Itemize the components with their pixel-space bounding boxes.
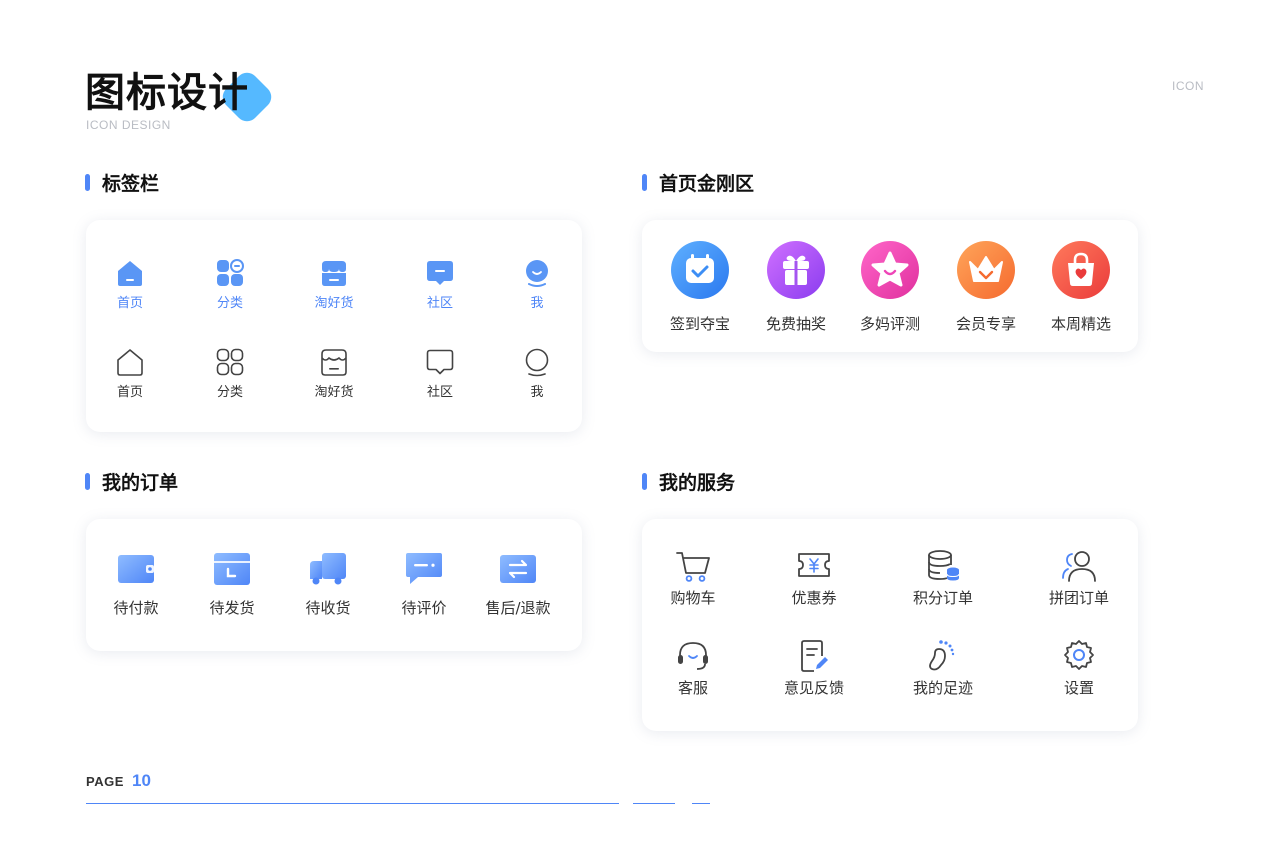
crown-icon <box>957 241 1015 299</box>
tab-bar-card: 首页 分类 淘好货 社区 我 首页 分类 淘好货 社区 我 <box>86 220 582 432</box>
tab-category-active[interactable]: 分类 <box>180 258 280 311</box>
cart-icon <box>676 552 710 582</box>
comment-icon <box>406 553 442 584</box>
section-title-text: 我的服务 <box>659 472 736 494</box>
tab-store-active[interactable]: 淘好货 <box>284 258 384 311</box>
wallet-icon <box>118 555 154 583</box>
page-number: 10 <box>132 771 151 790</box>
coupon-icon <box>798 553 830 577</box>
page-title: 图标设计 <box>85 70 249 116</box>
service-group-orders[interactable]: 拼团订单 <box>1029 549 1129 608</box>
store-icon <box>321 349 347 376</box>
tab-category-inactive[interactable]: 分类 <box>180 347 280 400</box>
my-orders-card: 待付款 待发货 待收货 待评价 售后/退款 <box>86 519 582 651</box>
service-coupon[interactable]: 优惠券 <box>764 549 864 608</box>
settings-icon <box>1064 640 1094 670</box>
home-item-checkin[interactable]: 签到夺宝 <box>650 241 750 334</box>
order-pending-payment[interactable]: 待付款 <box>86 551 186 618</box>
service-feedback[interactable]: 意见反馈 <box>764 639 864 698</box>
category-icon <box>216 348 244 376</box>
section-marker <box>85 174 90 191</box>
page-label: PAGE <box>86 774 124 789</box>
section-title-home-grid: 首页金刚区 <box>642 169 754 196</box>
shopping-bag-icon <box>1052 241 1110 299</box>
section-title-text: 我的订单 <box>102 472 179 494</box>
footer-divider <box>86 803 619 804</box>
profile-icon <box>526 260 548 287</box>
section-title-text: 标签栏 <box>102 173 160 195</box>
section-title-my-orders: 我的订单 <box>85 468 178 495</box>
home-grid-card: 签到夺宝 免费抽奖 多妈评测 会员专享 本周精选 <box>642 220 1138 352</box>
tab-home-inactive[interactable]: 首页 <box>80 347 180 400</box>
section-title-tab-bar: 标签栏 <box>85 169 159 196</box>
truck-icon <box>310 553 346 585</box>
order-pending-review[interactable]: 待评价 <box>374 551 474 618</box>
tab-profile-inactive[interactable]: 我 <box>487 347 587 400</box>
feedback-icon <box>801 640 828 672</box>
tab-community-active[interactable]: 社区 <box>390 258 490 311</box>
home-item-vip[interactable]: 会员专享 <box>936 241 1036 334</box>
section-title-text: 首页金刚区 <box>659 173 755 195</box>
community-icon <box>426 349 454 375</box>
home-item-review[interactable]: 多妈评测 <box>840 241 940 334</box>
order-pending-shipment[interactable]: 待发货 <box>182 551 282 618</box>
exchange-icon <box>500 555 536 583</box>
service-footprints[interactable]: 我的足迹 <box>893 639 993 698</box>
star-icon <box>861 241 919 299</box>
my-services-card: 购物车 优惠券 积分订单 拼团订单 客服 意见反馈 我的足迹 设置 <box>642 519 1138 731</box>
section-marker <box>642 174 647 191</box>
corner-label: ICON <box>1172 79 1204 93</box>
package-icon <box>214 553 250 585</box>
order-after-sales[interactable]: 售后/退款 <box>468 551 568 618</box>
points-icon <box>928 550 960 581</box>
home-icon <box>117 349 143 376</box>
footer-divider <box>633 803 675 804</box>
order-pending-receipt[interactable]: 待收货 <box>278 551 378 618</box>
service-settings[interactable]: 设置 <box>1029 639 1129 698</box>
service-cart[interactable]: 购物车 <box>643 549 743 608</box>
home-item-weekly[interactable]: 本周精选 <box>1031 241 1131 334</box>
tab-home-active[interactable]: 首页 <box>80 258 180 311</box>
profile-icon <box>525 348 549 377</box>
store-icon <box>322 261 346 286</box>
footprint-icon <box>929 640 955 671</box>
tab-community-inactive[interactable]: 社区 <box>390 347 490 400</box>
headset-icon <box>678 642 708 670</box>
category-icon <box>217 259 244 286</box>
home-icon <box>118 261 142 286</box>
section-title-my-services: 我的服务 <box>642 468 735 495</box>
calendar-check-icon <box>671 241 729 299</box>
group-icon <box>1062 551 1096 582</box>
tab-profile-active[interactable]: 我 <box>487 258 587 311</box>
home-item-lottery[interactable]: 免费抽奖 <box>746 241 846 334</box>
footer-divider <box>692 803 710 804</box>
tab-store-inactive[interactable]: 淘好货 <box>284 347 384 400</box>
section-marker <box>642 473 647 490</box>
gift-icon <box>767 241 825 299</box>
community-icon <box>427 261 453 285</box>
section-marker <box>85 473 90 490</box>
page-subtitle: ICON DESIGN <box>86 118 171 132</box>
service-customer-support[interactable]: 客服 <box>643 639 743 698</box>
service-points-orders[interactable]: 积分订单 <box>893 549 993 608</box>
